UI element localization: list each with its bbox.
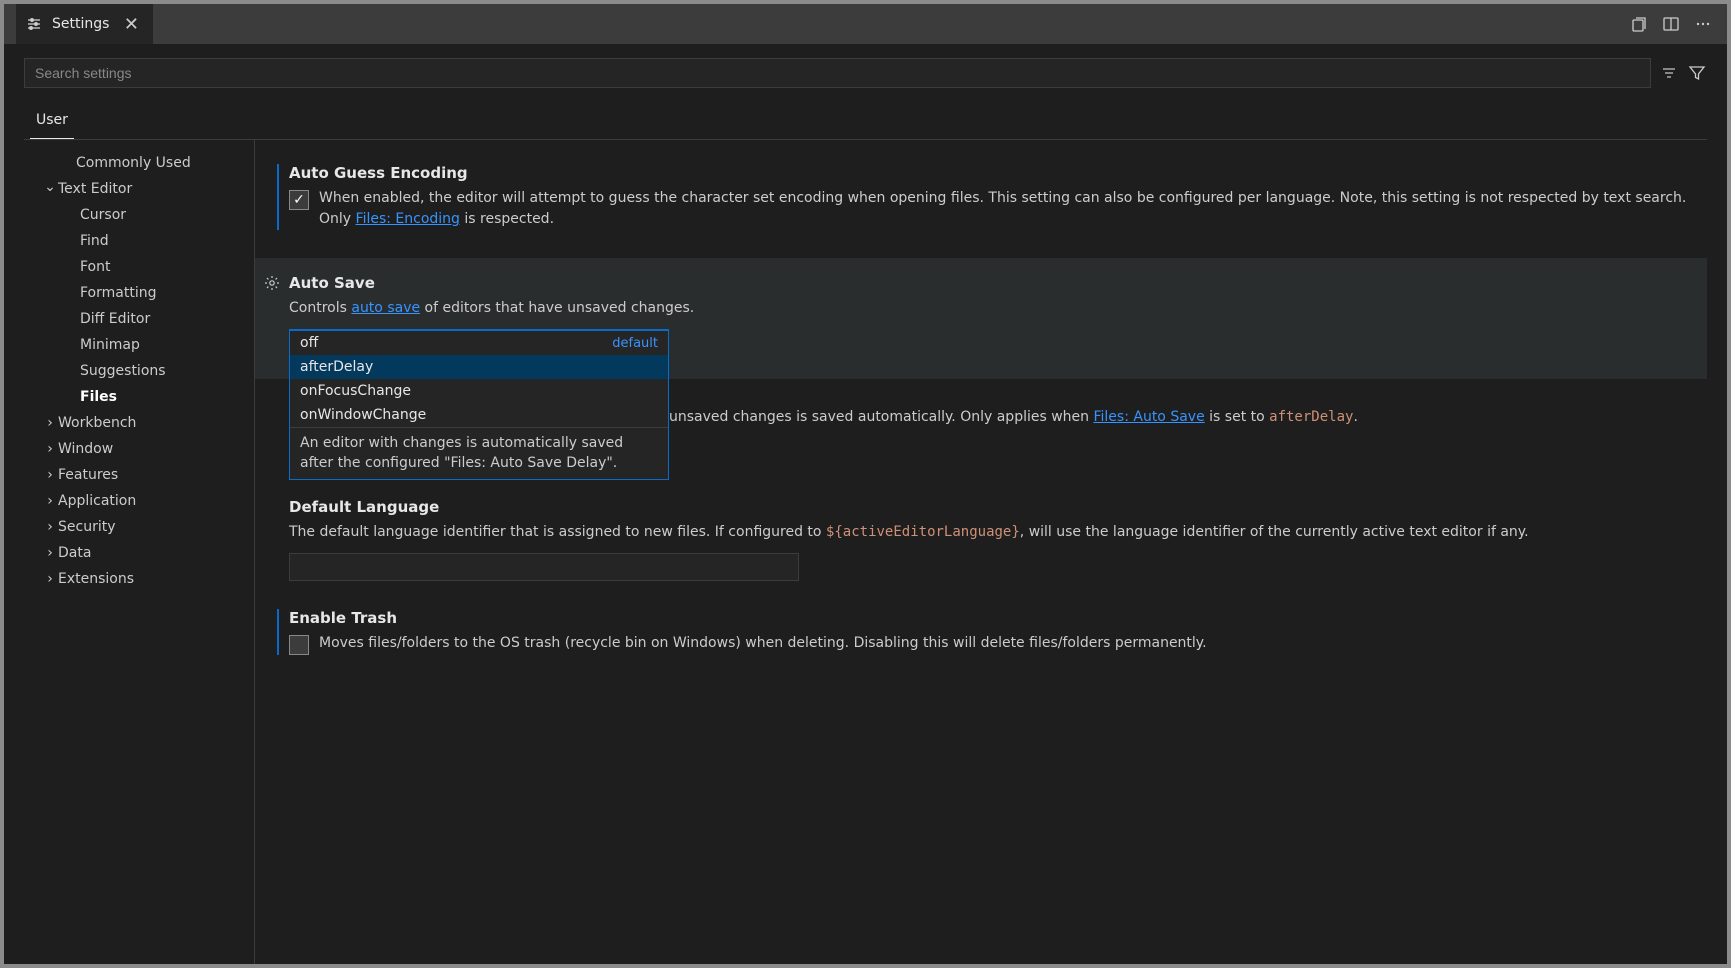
tree-workbench[interactable]: Workbench	[24, 410, 254, 436]
gear-icon[interactable]	[263, 274, 281, 292]
setting-auto-guess-encoding: Auto Guess Encoding When enabled, the ed…	[289, 164, 1689, 230]
settings-content: Auto Guess Encoding When enabled, the ed…	[254, 140, 1707, 964]
tree-font[interactable]: Font	[24, 254, 254, 280]
tree-security[interactable]: Security	[24, 514, 254, 540]
option-on-window-change[interactable]: onWindowChange	[290, 403, 668, 427]
checkbox-auto-guess-encoding[interactable]	[289, 190, 309, 210]
settings-tab-icon	[26, 16, 42, 32]
link-files-encoding[interactable]: Files: Encoding	[356, 211, 460, 227]
titlebar: Settings ✕	[4, 4, 1727, 44]
option-hint: An editor with changes is automatically …	[290, 427, 668, 479]
setting-auto-save: Auto Save Controls auto save of editors …	[255, 258, 1707, 379]
tree-cursor[interactable]: Cursor	[24, 202, 254, 228]
tab-settings[interactable]: Settings ✕	[16, 4, 153, 44]
settings-tree: Commonly Used Text Editor Cursor Find Fo…	[24, 140, 254, 964]
tree-commonly-used[interactable]: Commonly Used	[24, 150, 254, 176]
tab-label: Settings	[52, 16, 109, 32]
checkbox-enable-trash[interactable]	[289, 635, 309, 655]
search-input[interactable]	[24, 58, 1651, 88]
tree-features[interactable]: Features	[24, 462, 254, 488]
setting-title: Auto Guess Encoding	[289, 164, 1689, 182]
tree-minimap[interactable]: Minimap	[24, 332, 254, 358]
dropdown-auto-save: off default afterDelay onFocusChange onW…	[289, 330, 669, 480]
filter-icon[interactable]	[1687, 63, 1707, 83]
open-settings-json-icon[interactable]	[1629, 14, 1649, 34]
tree-find[interactable]: Find	[24, 228, 254, 254]
setting-description: Controls auto save of editors that have …	[289, 298, 1689, 319]
scope-user[interactable]: User	[30, 106, 74, 139]
setting-description: Moves files/folders to the OS trash (rec…	[319, 633, 1207, 654]
setting-description: When enabled, the editor will attempt to…	[319, 188, 1689, 230]
tree-window[interactable]: Window	[24, 436, 254, 462]
tree-text-editor[interactable]: Text Editor	[24, 176, 254, 202]
link-files-auto-save[interactable]: Files: Auto Save	[1093, 409, 1204, 425]
tree-suggestions[interactable]: Suggestions	[24, 358, 254, 384]
option-after-delay[interactable]: afterDelay	[290, 355, 668, 379]
link-auto-save[interactable]: auto save	[351, 300, 420, 316]
setting-description: The default language identifier that is …	[289, 522, 1689, 543]
tree-application[interactable]: Application	[24, 488, 254, 514]
setting-title: Enable Trash	[289, 609, 1689, 627]
clear-search-icon[interactable]	[1659, 63, 1679, 83]
option-off[interactable]: off default	[290, 331, 668, 355]
tree-extensions[interactable]: Extensions	[24, 566, 254, 592]
tree-data[interactable]: Data	[24, 540, 254, 566]
setting-enable-trash: Enable Trash Moves files/folders to the …	[289, 609, 1689, 655]
tree-formatting[interactable]: Formatting	[24, 280, 254, 306]
tree-files[interactable]: Files	[24, 384, 254, 410]
input-default-language[interactable]	[289, 553, 799, 581]
default-badge: default	[612, 336, 658, 351]
option-on-focus-change[interactable]: onFocusChange	[290, 379, 668, 403]
setting-title: Auto Save	[289, 274, 1689, 292]
split-editor-icon[interactable]	[1661, 14, 1681, 34]
scope-tabs: User	[24, 98, 1707, 140]
setting-default-language: Default Language The default language id…	[289, 498, 1689, 581]
setting-title: Default Language	[289, 498, 1689, 516]
more-actions-icon[interactable]	[1693, 14, 1713, 34]
close-icon[interactable]: ✕	[119, 14, 143, 35]
tree-diff-editor[interactable]: Diff Editor	[24, 306, 254, 332]
